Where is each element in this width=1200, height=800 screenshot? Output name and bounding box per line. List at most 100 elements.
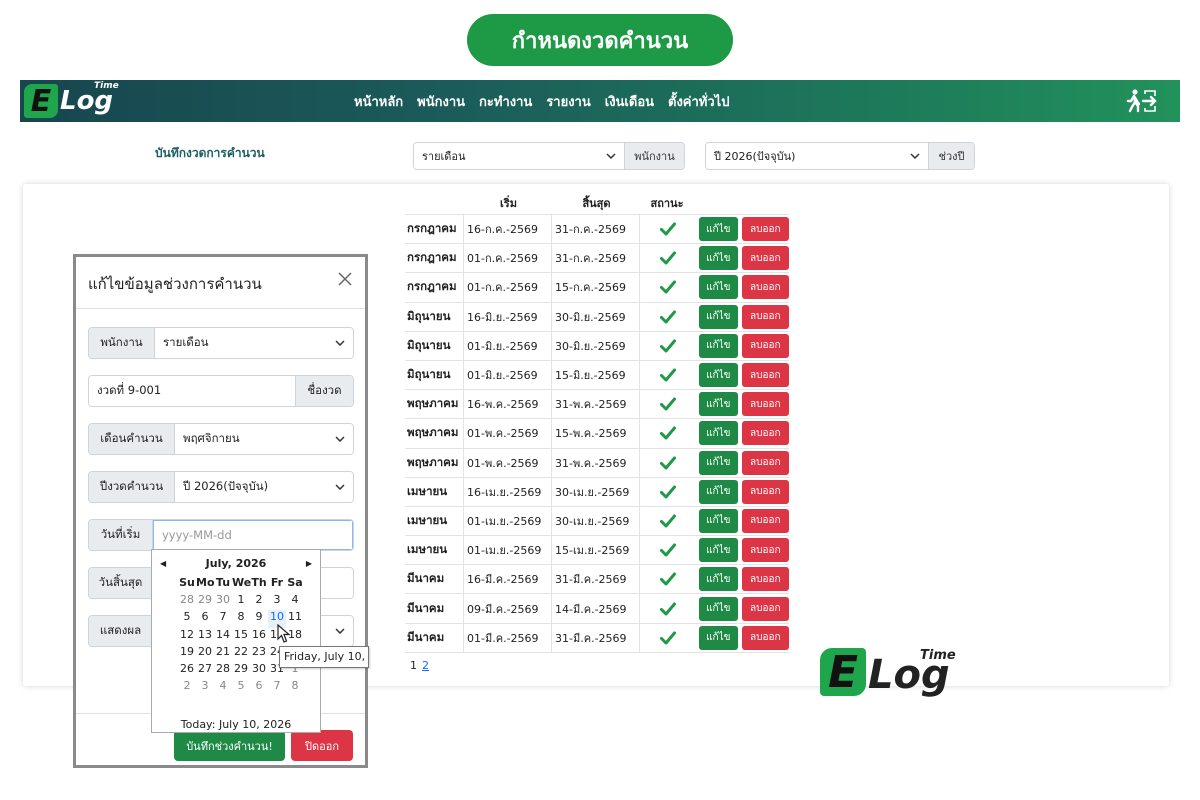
nav-employee[interactable]: พนักงาน bbox=[417, 91, 465, 112]
year-select[interactable]: ปี 2026(ปัจจุบัน) bbox=[706, 143, 928, 169]
calendar-day[interactable]: 3 bbox=[268, 593, 286, 610]
calendar-day[interactable]: 29 bbox=[232, 662, 250, 679]
start-date-input[interactable]: yyyy-MM-dd bbox=[153, 520, 353, 550]
year-filter: ปี 2026(ปัจจุบัน) ช่วงปี bbox=[705, 142, 975, 170]
calendar-today[interactable]: Today: July 10, 2026 bbox=[152, 718, 320, 731]
page-title: กำหนดงวดคำนวน bbox=[467, 14, 733, 66]
calendar-day[interactable]: 19 bbox=[178, 645, 196, 662]
edit-button[interactable]: แก้ไข bbox=[699, 304, 738, 329]
edit-button[interactable]: แก้ไข bbox=[699, 217, 738, 242]
edit-button[interactable]: แก้ไข bbox=[699, 246, 738, 271]
nav-settings[interactable]: ตั้งค่าทั่วไป bbox=[668, 91, 729, 112]
calendar-day[interactable]: 6 bbox=[250, 679, 268, 696]
next-month-icon[interactable]: ▶ bbox=[306, 559, 312, 568]
delete-button[interactable]: ลบออก bbox=[741, 304, 789, 329]
delete-button[interactable]: ลบออก bbox=[741, 392, 789, 417]
delete-button[interactable]: ลบออก bbox=[741, 421, 789, 446]
calendar-day[interactable]: 14 bbox=[214, 628, 232, 645]
calendar-day[interactable]: 30 bbox=[250, 662, 268, 679]
calendar-day[interactable]: 1 bbox=[232, 593, 250, 610]
delete-button[interactable]: ลบออก bbox=[741, 538, 789, 563]
calendar-day[interactable]: 30 bbox=[214, 593, 232, 610]
calendar-day[interactable]: 20 bbox=[196, 645, 214, 662]
calendar-day[interactable]: 9 bbox=[250, 610, 268, 627]
delete-button[interactable]: ลบออก bbox=[741, 246, 789, 271]
edit-button[interactable]: แก้ไข bbox=[699, 363, 738, 388]
delete-button[interactable]: ลบออก bbox=[741, 508, 789, 533]
delete-button[interactable]: ลบออก bbox=[741, 479, 789, 504]
chevron-down-icon bbox=[606, 153, 616, 160]
calendar-day[interactable]: 15 bbox=[232, 628, 250, 645]
row-month: มิถุนายน bbox=[407, 337, 451, 352]
edit-button[interactable]: แก้ไข bbox=[699, 421, 738, 446]
calendar-day[interactable]: 12 bbox=[178, 628, 196, 645]
employee-select[interactable]: รายเดือน bbox=[155, 328, 353, 358]
calendar-day[interactable]: 7 bbox=[268, 679, 286, 696]
check-icon bbox=[659, 280, 676, 294]
delete-button[interactable]: ลบออก bbox=[741, 450, 789, 475]
calc-month-select[interactable]: พฤศจิกายน bbox=[175, 424, 353, 454]
calendar-day[interactable]: 23 bbox=[250, 645, 268, 662]
delete-button[interactable]: ลบออก bbox=[741, 217, 789, 242]
employee-type-filter: รายเดือน พนักงาน bbox=[413, 142, 685, 170]
edit-button[interactable]: แก้ไข bbox=[699, 392, 738, 417]
delete-button[interactable]: ลบออก bbox=[741, 567, 789, 592]
calendar-day[interactable]: 27 bbox=[196, 662, 214, 679]
calendar-day[interactable]: 21 bbox=[214, 645, 232, 662]
delete-button[interactable]: ลบออก bbox=[741, 333, 789, 358]
calendar-day[interactable]: 29 bbox=[196, 593, 214, 610]
edit-button[interactable]: แก้ไข bbox=[699, 538, 738, 563]
calendar-day[interactable]: 8 bbox=[232, 610, 250, 627]
calendar-day[interactable]: 2 bbox=[250, 593, 268, 610]
calendar-day[interactable]: 8 bbox=[286, 679, 304, 696]
check-icon bbox=[659, 251, 676, 265]
calendar-day[interactable]: 26 bbox=[178, 662, 196, 679]
table-row: เมษายน 01-เม.ย.-2569 30-เม.ย.-2569 แก้ไข ลบอ… bbox=[405, 505, 789, 536]
delete-button[interactable]: ลบออก bbox=[741, 625, 789, 650]
calendar-day[interactable]: 4 bbox=[214, 679, 232, 696]
page-2[interactable]: 2 bbox=[422, 659, 429, 672]
edit-button[interactable]: แก้ไข bbox=[699, 275, 738, 300]
nav-shift[interactable]: กะทำงาน bbox=[479, 91, 532, 112]
row-end: 15-พ.ค.-2569 bbox=[551, 419, 639, 448]
edit-button[interactable]: แก้ไข bbox=[699, 450, 738, 475]
edit-button[interactable]: แก้ไข bbox=[699, 479, 738, 504]
calendar-day[interactable]: 13 bbox=[196, 628, 214, 645]
close-icon[interactable] bbox=[337, 271, 353, 287]
calendar-day[interactable]: 3 bbox=[196, 679, 214, 696]
edit-button[interactable]: แก้ไข bbox=[699, 333, 738, 358]
close-modal-button[interactable]: ปิดออก bbox=[291, 730, 353, 761]
row-month: พฤษภาคม bbox=[407, 425, 459, 440]
employee-type-select[interactable]: รายเดือน bbox=[414, 143, 624, 169]
period-name-input[interactable]: งวดที่ 9-001 bbox=[89, 376, 295, 406]
calendar-day[interactable]: 6 bbox=[196, 610, 214, 627]
calendar-day[interactable]: 28 bbox=[214, 662, 232, 679]
calendar-day[interactable]: 22 bbox=[232, 645, 250, 662]
saved-periods-link[interactable]: บันทึกงวดการคำนวน bbox=[155, 144, 265, 163]
prev-month-icon[interactable]: ◀ bbox=[160, 559, 166, 568]
calendar-day[interactable]: 5 bbox=[232, 679, 250, 696]
row-start: 01-มิ.ย.-2569 bbox=[463, 360, 551, 390]
calendar-day[interactable]: 2 bbox=[178, 679, 196, 696]
edit-button[interactable]: แก้ไข bbox=[699, 567, 738, 592]
delete-button[interactable]: ลบออก bbox=[741, 596, 789, 621]
edit-button[interactable]: แก้ไข bbox=[699, 508, 738, 533]
calendar-day[interactable]: 28 bbox=[178, 593, 196, 610]
nav-report[interactable]: รายงาน bbox=[546, 91, 590, 112]
elog-logo[interactable]: E Log Time bbox=[24, 81, 124, 120]
row-start: 01-เม.ย.-2569 bbox=[463, 506, 551, 536]
calc-year-select[interactable]: ปี 2026(ปัจจุบัน) bbox=[175, 472, 353, 502]
calendar-day[interactable]: 7 bbox=[214, 610, 232, 627]
nav-home[interactable]: หน้าหลัก bbox=[354, 91, 403, 112]
delete-button[interactable]: ลบออก bbox=[741, 363, 789, 388]
edit-button[interactable]: แก้ไข bbox=[699, 596, 738, 621]
delete-button[interactable]: ลบออก bbox=[741, 275, 789, 300]
calendar-day[interactable]: 4 bbox=[286, 593, 304, 610]
calendar-day[interactable]: 5 bbox=[178, 610, 196, 627]
exit-icon[interactable] bbox=[1126, 89, 1158, 113]
calendar-day[interactable]: 16 bbox=[250, 628, 268, 645]
edit-button[interactable]: แก้ไข bbox=[699, 625, 738, 650]
page-1[interactable]: 1 bbox=[410, 659, 417, 672]
save-period-button[interactable]: บันทึกช่วงคำนวน! bbox=[174, 730, 285, 761]
nav-salary[interactable]: เงินเดือน bbox=[605, 91, 654, 112]
